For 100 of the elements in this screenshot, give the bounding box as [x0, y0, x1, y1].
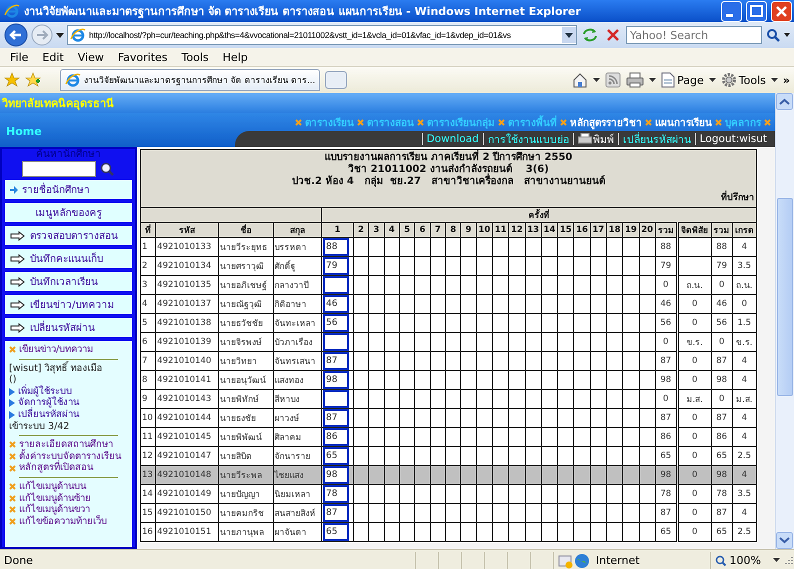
sidebar-link[interactable]: ตั้งค่าระบบจัดตารางเรียน [19, 450, 121, 462]
search-icon[interactable] [99, 161, 115, 177]
score-input[interactable]: 56 [322, 314, 349, 332]
print-link[interactable]: พิมพ์ [578, 130, 614, 148]
sidebar-link[interactable]: เพิ่มผู้ใช้ระบบ [18, 386, 72, 398]
report-title-line: แบบรายงานผลการเรียน ภาคเรียนที่ 2 ปีการศึกษา 2550 [143, 152, 754, 164]
table-cell: นายอนุวัฒน์ [218, 370, 274, 390]
score-input[interactable]: 86 [322, 428, 349, 446]
more-tools-chevron[interactable]: » [782, 74, 790, 86]
sidebar-link[interactable]: เขียนข่าว/บทความ [19, 344, 94, 356]
toolbar-button[interactable]: Page [661, 72, 704, 88]
close-button[interactable] [771, 0, 792, 22]
scroll-down-button[interactable] [776, 532, 794, 549]
menu-button[interactable]: บันทึกเวลาเรียน [5, 272, 132, 291]
maximize-button[interactable] [746, 0, 767, 22]
header-link[interactable]: การใช้งานแบบย่อ [488, 130, 569, 148]
table-cell: ศิลาคม [273, 428, 322, 446]
student-search-field[interactable] [22, 161, 96, 177]
menu-item[interactable]: File [10, 50, 28, 64]
logout-link[interactable]: Logout:wisut [700, 133, 768, 145]
search-icon[interactable] [765, 27, 781, 43]
sidebar-link[interactable]: แก้ไขเมนูด้านบน [19, 480, 86, 493]
score-input[interactable] [322, 333, 349, 351]
score-input[interactable] [322, 276, 349, 294]
nav-link[interactable]: หลักสูตรรายวิชา [570, 114, 642, 130]
menu-item[interactable]: Edit [42, 50, 64, 64]
report-title-line: ปวช.2 ห้อง 4 กลุ่ม ชย.27 สาขาวิชาเครื่องกล สาขางานยานยนต์ [143, 176, 754, 188]
toolbar-button[interactable]: Tools [720, 72, 766, 88]
score-input[interactable]: 87 [322, 352, 349, 370]
menu-item[interactable]: Help [222, 50, 248, 64]
table-cell: 0 [677, 370, 712, 390]
address-field[interactable]: http://localhost/?ph=cur/teaching.php&ths=4&vvocational=21011002&vstt_id=1&vcla_id=01&vfac_id=1&vdep_id=01&vs [67, 25, 577, 45]
menu-item[interactable]: View [78, 50, 104, 64]
sidebar-link[interactable]: จัดการผู้ใช้งาน [18, 397, 79, 409]
history-caret-icon[interactable] [56, 32, 64, 38]
home-link[interactable]: Home [6, 125, 42, 138]
table-cell: นายวิทยา [218, 352, 274, 370]
home-icon[interactable] [572, 72, 588, 88]
back-button[interactable] [4, 23, 28, 47]
score-input[interactable]: 78 [322, 485, 349, 503]
table-cell: ม.ส. [677, 390, 712, 408]
score-input[interactable] [322, 390, 349, 408]
printer-icon[interactable] [626, 72, 644, 88]
search-options-caret-icon[interactable] [784, 33, 790, 37]
sidebar-link[interactable]: แก้ไขข้อความท้ายเว็บ [19, 516, 107, 528]
student-list-button[interactable]: รายชื่อนักศึกษา [5, 180, 132, 199]
favorites-star-icon[interactable] [4, 72, 20, 88]
page-icon [65, 72, 81, 88]
sidebar-link[interactable]: แก้ไขเมนูด้านขวา [19, 504, 90, 516]
table-cell: 3.5 [732, 484, 756, 504]
scrollbar-thumb[interactable] [777, 198, 793, 396]
arrow-icon [10, 186, 18, 194]
header-link[interactable]: เปลี่ยนรหัสผ่าน [622, 130, 691, 148]
search-field[interactable]: Yahoo! Search [626, 26, 762, 44]
feeds-icon[interactable] [605, 72, 622, 88]
security-icon [558, 552, 574, 568]
zoom-level[interactable]: 100% [730, 554, 761, 567]
table-cell: 0 [677, 484, 712, 504]
score-input[interactable]: 98 [322, 371, 349, 389]
sidebar-link[interactable]: แก้ไขเมนูด้านซ้าย [19, 492, 91, 504]
table-cell: 87 [711, 504, 732, 522]
score-input[interactable]: 87 [322, 504, 349, 522]
score-input[interactable]: 65 [322, 523, 349, 541]
status-text: Done [4, 554, 33, 567]
table-cell: 4921010143 [156, 390, 218, 408]
score-input[interactable]: 65 [322, 447, 349, 465]
sidebar-link[interactable]: เปลี่ยนรหัสผ่าน [18, 408, 79, 421]
score-input[interactable]: 88 [322, 238, 349, 256]
dropdown-icon[interactable] [562, 27, 576, 43]
outline-arrow-icon [10, 322, 26, 332]
table-cell: นายวีระยุทธ [218, 238, 274, 256]
score-input[interactable]: 87 [322, 409, 349, 427]
report-title-line: วิชา 21011002 งานส่งกำลังรถยนต์ 3(6) [347, 164, 550, 175]
outline-arrow-icon [10, 254, 26, 264]
nav-link[interactable]: แผนการเรียน [655, 114, 712, 130]
table-cell: จันทะเหลา [273, 314, 322, 332]
table-cell: 4 [140, 294, 156, 314]
scroll-up-button[interactable] [776, 93, 794, 110]
sidebar-link[interactable]: หลักสูตรที่เปิดสอน [19, 462, 93, 474]
table-cell: นายพิพัฒน์ [218, 428, 274, 446]
menu-button[interactable]: บันทึกคะแนนเก็บ [5, 249, 132, 268]
menu-item[interactable]: Favorites [118, 50, 168, 64]
header-link[interactable]: Download [426, 133, 479, 145]
table-cell: 4921010150 [156, 504, 218, 522]
score-input[interactable]: 79 [322, 257, 349, 275]
score-input[interactable]: 98 [322, 466, 349, 484]
table-cell: 8 [140, 370, 156, 390]
outline-arrow-icon [10, 230, 26, 240]
score-input[interactable]: 46 [322, 295, 349, 313]
add-favorite-icon[interactable] [25, 72, 41, 88]
minimize-button[interactable] [721, 0, 742, 22]
browser-tab[interactable]: งานวิจัยพัฒนาและมาตรฐานการศึกษา จัด ตารางเรียน ตาร... [60, 69, 320, 91]
table-cell: นายภานุพล [218, 522, 274, 542]
user-info-text: [wisut] วิสุทธิ์ ทองเมือ [9, 362, 103, 374]
menu-item[interactable]: Tools [182, 50, 209, 64]
advisor-label: ที่ปรึกษา [721, 190, 754, 204]
outline-arrow-icon [10, 276, 26, 286]
menu-button[interactable]: เปลี่ยนรหัสผ่าน [5, 318, 132, 337]
menu-button[interactable]: ตรวจสอบตารางสอน [5, 226, 132, 245]
menu-button[interactable]: เขียนข่าว/บทความ [5, 295, 132, 314]
